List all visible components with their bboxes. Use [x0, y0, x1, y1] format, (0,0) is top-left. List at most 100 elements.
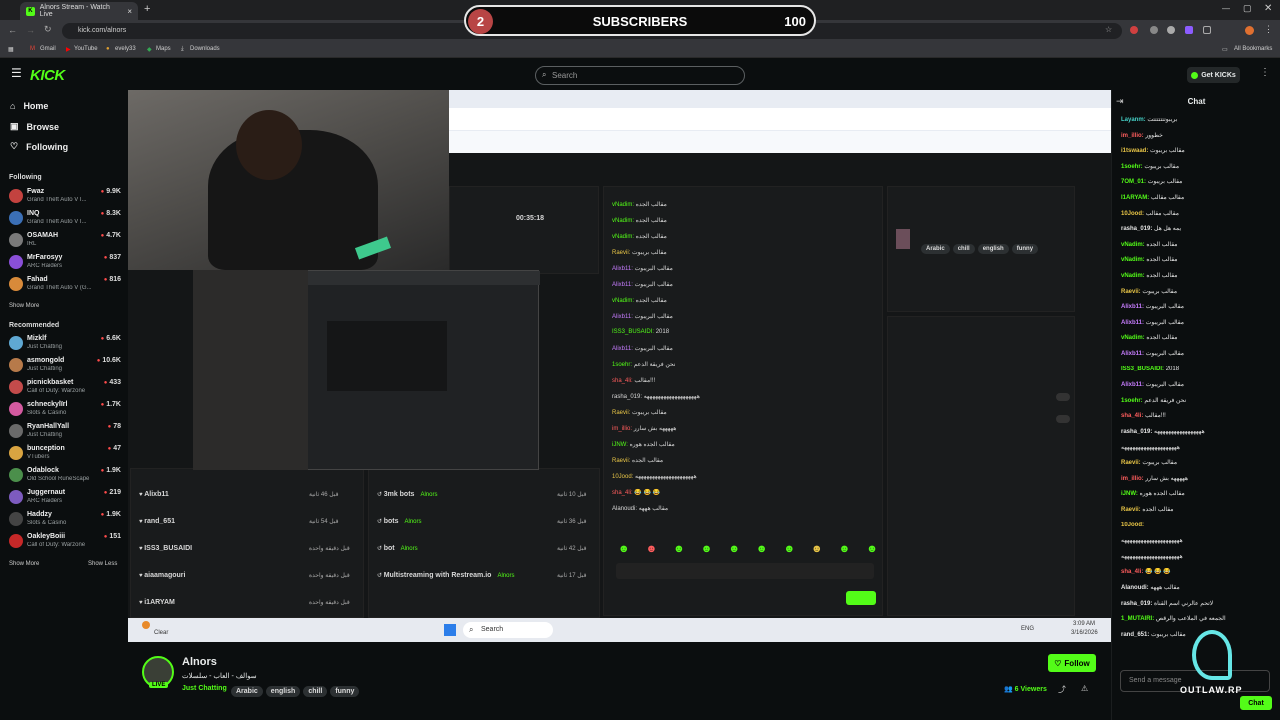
bookmark-maps[interactable]: Maps — [156, 46, 171, 52]
emote-icon[interactable]: ☻ — [866, 543, 878, 557]
chat-username[interactable]: Layanm: — [1121, 117, 1146, 123]
emote-icon[interactable]: ☻ — [728, 543, 740, 557]
chat-username[interactable]: rasha_019: — [1121, 226, 1152, 232]
chat-username[interactable]: vNadim: — [1121, 242, 1145, 248]
all-bookmarks[interactable]: All Bookmarks — [1234, 46, 1272, 52]
bookmark-star-icon[interactable]: ☆ — [1105, 25, 1112, 34]
bookmark-evely[interactable]: evely33 — [115, 46, 136, 52]
bookmark-youtube[interactable]: YouTube — [74, 46, 98, 52]
chat-username[interactable]: im_illio: — [1121, 133, 1144, 139]
tag-chill[interactable]: chill — [303, 686, 328, 697]
chat-username[interactable]: 1soehr: — [1121, 164, 1143, 170]
extension-icon[interactable] — [1167, 26, 1175, 34]
get-kicks-button[interactable]: Get KICKs — [1187, 67, 1240, 83]
nav-home[interactable]: ⌂ Home — [10, 101, 48, 111]
search-input[interactable]: ⌕ Search — [535, 66, 745, 85]
sidebar-channel[interactable]: Juggernaut ARC Raiders 219 — [9, 487, 121, 509]
chat-username[interactable]: i1tswaad: — [1121, 148, 1148, 154]
sidebar-channel[interactable]: RyanHallYall Just Chatting 78 — [9, 421, 121, 443]
chat-username[interactable]: sha_4li: — [1121, 413, 1143, 419]
chat-username[interactable]: rand_651: — [1121, 632, 1149, 638]
apps-grid-icon[interactable]: ▦ — [8, 46, 14, 53]
chat-username[interactable]: 1_MUTAIRI: — [1121, 616, 1154, 622]
extension-icon[interactable] — [1130, 26, 1138, 34]
chat-send-button[interactable]: Chat — [1240, 696, 1272, 710]
more-dots-icon[interactable]: ⋮ — [1260, 67, 1270, 78]
nav-browse[interactable]: ▣ Browse — [10, 121, 59, 132]
extension-icon[interactable] — [1150, 26, 1158, 34]
chat-username[interactable]: Raevii: — [1121, 507, 1141, 513]
emote-icon[interactable]: ☻ — [646, 543, 658, 557]
emote-icon[interactable]: ☻ — [839, 543, 851, 557]
chat-username[interactable]: vNadim: — [1121, 335, 1145, 341]
video-player[interactable]: 00:35:18 vNadim: مقالب الجده vNadim: مقال… — [128, 90, 1111, 642]
sidebar-channel[interactable]: bunception VTubers 47 — [9, 443, 121, 465]
emote-icon[interactable]: ☻ — [701, 543, 713, 557]
chat-username[interactable]: Alixb11: — [1121, 382, 1144, 388]
kick-logo[interactable]: KICK — [30, 67, 65, 84]
chat-username[interactable]: ISS3_BUSAIDI: — [1121, 366, 1164, 372]
menu-dots-icon[interactable]: ⋮ — [1264, 24, 1273, 35]
chat-username[interactable]: vNadim: — [1121, 257, 1145, 263]
chat-username[interactable]: Alixb11: — [1121, 351, 1144, 357]
chat-username[interactable]: sha_4li: — [1121, 569, 1143, 575]
emote-icon[interactable]: ☻ — [673, 543, 685, 557]
sidebar-channel[interactable]: Mizklf Just Chatting 6.6K — [9, 333, 121, 355]
sidebar-channel[interactable]: schneckylïrl Slots & Casino 1.7K — [9, 399, 121, 421]
emote-icon[interactable]: ☻ — [756, 543, 768, 557]
sidebar-channel[interactable]: OSAMAH IRL 4.7K — [9, 230, 121, 252]
back-icon[interactable]: ← — [8, 25, 17, 35]
bookmark-downloads[interactable]: Downloads — [190, 46, 220, 52]
sidebar-channel[interactable]: Fahad Grand Theft Auto V (G... 816 — [9, 274, 121, 296]
sidebar-channel[interactable]: Odablock Old School RuneScape 1.9K — [9, 465, 121, 487]
browser-tab[interactable]: K Alnors Stream - Watch Live × — [20, 2, 138, 20]
chat-username[interactable]: rasha_019: — [1121, 429, 1152, 435]
chat-username[interactable]: 7OM_01: — [1121, 179, 1146, 185]
new-tab-icon[interactable]: + — [144, 3, 150, 15]
sidebar-channel[interactable]: picnickbasket Call of Duty: Warzone 433 — [9, 377, 121, 399]
chat-username[interactable]: rasha_019: — [1121, 601, 1152, 607]
emote-icon[interactable]: ☻ — [783, 543, 795, 557]
chat-username[interactable]: iJNW: — [1121, 491, 1138, 497]
close-window-icon[interactable]: ✕ — [1264, 3, 1272, 14]
close-tab-icon[interactable]: × — [127, 7, 132, 16]
show-more-recommended[interactable]: Show More — [9, 561, 39, 567]
emote-icon[interactable]: ☻ — [618, 543, 630, 557]
stream-category[interactable]: Just Chatting — [182, 685, 227, 692]
sidebar-channel[interactable]: OakleyBoiii Call of Duty: Warzone 151 — [9, 531, 121, 553]
chat-username[interactable]: I1ARYAM: — [1121, 195, 1149, 201]
streamer-name[interactable]: Alnors — [182, 656, 217, 668]
profile-avatar[interactable] — [1245, 26, 1254, 35]
chat-username[interactable]: Alanoudi: — [1121, 585, 1149, 591]
forward-icon[interactable]: → — [26, 25, 35, 35]
reload-icon[interactable]: ↻ — [44, 24, 52, 35]
chat-username[interactable]: 10Jood: — [1121, 211, 1144, 217]
chat-username[interactable]: 1soehr: — [1121, 398, 1143, 404]
extensions-puzzle-icon[interactable] — [1203, 26, 1211, 34]
sidebar-channel[interactable]: asmongold Just Chatting 10.6K — [9, 355, 121, 377]
tag-arabic[interactable]: Arabic — [231, 686, 263, 697]
chat-username[interactable]: im_illio: — [1121, 476, 1144, 482]
tag-english[interactable]: english — [265, 686, 301, 697]
chat-username[interactable]: Alixb11: — [1121, 304, 1144, 310]
hamburger-menu-icon[interactable]: ☰ — [11, 66, 22, 80]
nav-following[interactable]: ♡ Following — [10, 141, 68, 152]
chat-username[interactable]: 10Jood: — [1121, 522, 1144, 528]
chat-username[interactable]: Raevii: — [1121, 289, 1141, 295]
show-less-recommended[interactable]: Show Less — [88, 561, 117, 567]
chat-username[interactable]: vNadim: — [1121, 273, 1145, 279]
show-more-following[interactable]: Show More — [9, 303, 39, 309]
emote-icon[interactable]: ☻ — [811, 543, 823, 557]
bookmark-gmail[interactable]: Gmail — [40, 46, 56, 52]
follow-button[interactable]: ♡ Follow — [1048, 654, 1096, 672]
chat-username[interactable]: Raevii: — [1121, 460, 1141, 466]
share-icon[interactable]: ⤴ — [1058, 684, 1066, 695]
sidebar-channel[interactable]: Fwaz Grand Theft Auto V I... 9.9K — [9, 186, 121, 208]
maximize-icon[interactable]: ▢ — [1243, 3, 1252, 14]
sidebar-channel[interactable]: Haddzy Slots & Casino 1.9K — [9, 509, 121, 531]
chat-username[interactable]: Alixb11: — [1121, 320, 1144, 326]
extension-icon[interactable] — [1185, 26, 1193, 34]
minimize-icon[interactable]: — — [1222, 4, 1230, 13]
tag-funny[interactable]: funny — [330, 686, 360, 697]
report-icon[interactable]: ⚠ — [1081, 684, 1088, 693]
